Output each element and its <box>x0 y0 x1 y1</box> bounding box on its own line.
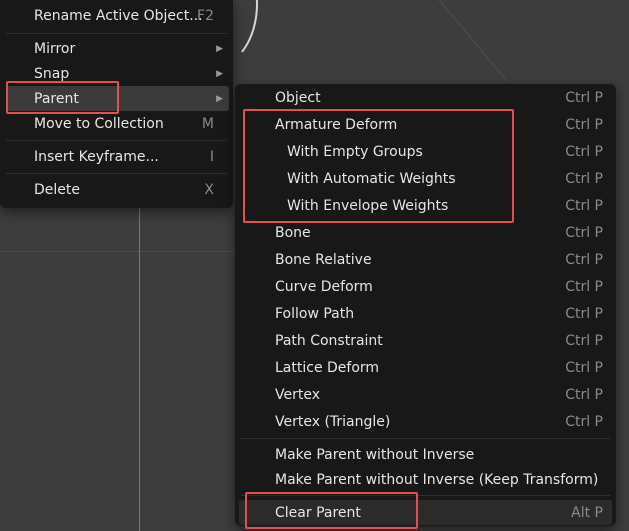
menu-separator <box>6 140 227 141</box>
menu-item-label: Path Constraint <box>275 332 383 349</box>
menu-item-make-parent-without-inverse[interactable]: Make Parent without Inverse <box>235 442 616 467</box>
menu-item-label: Insert Keyframe... <box>34 148 159 165</box>
shortcut-label: Ctrl P <box>565 224 603 241</box>
shortcut-label: Ctrl P <box>565 89 603 106</box>
menu-item-label: Follow Path <box>275 305 355 322</box>
submenu-arrow-icon: ▶ <box>216 68 223 79</box>
shortcut-label: Ctrl P <box>565 170 603 187</box>
menu-item-clear-parent[interactable]: Clear Parent Alt P <box>239 500 612 525</box>
menu-item-label: Lattice Deform <box>275 359 380 376</box>
menu-item-bone-relative[interactable]: Bone Relative Ctrl P <box>235 247 616 272</box>
menu-item-vertex[interactable]: Vertex Ctrl P <box>235 382 616 407</box>
shortcut-label: Ctrl P <box>565 386 603 403</box>
shortcut-label: Ctrl P <box>565 359 603 376</box>
shortcut-label: Alt P <box>571 504 603 521</box>
menu-item-label: Armature Deform <box>275 116 398 133</box>
menu-item-label: Curve Deform <box>275 278 373 295</box>
y-axis-line <box>139 205 140 531</box>
shortcut-label: Ctrl P <box>565 332 603 349</box>
shortcut-label: X <box>204 181 214 198</box>
menu-item-rename[interactable]: Rename Active Object... F2 <box>0 3 233 28</box>
menu-item-label: Parent <box>34 90 79 107</box>
menu-item-label: Bone <box>275 224 311 241</box>
shortcut-label: I <box>209 148 214 165</box>
shortcut-label: Ctrl P <box>565 278 603 295</box>
menu-item-lattice-deform[interactable]: Lattice Deform Ctrl P <box>235 355 616 380</box>
menu-item-move-to-collection[interactable]: Move to Collection M <box>0 111 233 136</box>
menu-item-with-automatic-weights[interactable]: With Automatic Weights Ctrl P <box>235 166 616 191</box>
menu-item-path-constraint[interactable]: Path Constraint Ctrl P <box>235 328 616 353</box>
menu-item-curve-deform[interactable]: Curve Deform Ctrl P <box>235 274 616 299</box>
shortcut-label: Ctrl P <box>565 305 603 322</box>
shortcut-label: Ctrl P <box>565 413 603 430</box>
submenu-arrow-icon: ▶ <box>216 93 223 104</box>
submenu-arrow-icon: ▶ <box>216 43 223 54</box>
menu-item-follow-path[interactable]: Follow Path Ctrl P <box>235 301 616 326</box>
shortcut-label: Ctrl P <box>565 143 603 160</box>
menu-item-with-envelope-weights[interactable]: With Envelope Weights Ctrl P <box>235 193 616 218</box>
menu-item-vertex-triangle[interactable]: Vertex (Triangle) Ctrl P <box>235 409 616 434</box>
menu-separator <box>6 173 227 174</box>
menu-item-parent[interactable]: Parent ▶ <box>6 86 229 111</box>
menu-item-label: Bone Relative <box>275 251 372 268</box>
menu-item-make-parent-without-inverse-keep-transform[interactable]: Make Parent without Inverse (Keep Transf… <box>235 467 616 492</box>
shortcut-label: Ctrl P <box>565 251 603 268</box>
menu-item-label: Object <box>275 89 321 106</box>
menu-item-label: Mirror <box>34 40 76 57</box>
grid-line <box>0 251 240 252</box>
menu-item-label: With Empty Groups <box>287 143 423 160</box>
menu-item-delete[interactable]: Delete X <box>0 177 233 202</box>
menu-item-label: Vertex <box>275 386 321 403</box>
menu-separator <box>6 33 227 34</box>
shortcut-label: Ctrl P <box>565 197 603 214</box>
menu-item-label: Snap <box>34 65 70 82</box>
menu-item-insert-keyframe[interactable]: Insert Keyframe... I <box>0 144 233 169</box>
menu-item-label: With Envelope Weights <box>287 197 449 214</box>
menu-item-label: Vertex (Triangle) <box>275 413 391 430</box>
menu-item-label: Clear Parent <box>275 504 361 521</box>
menu-item-label: Move to Collection <box>34 115 164 132</box>
menu-item-armature-deform[interactable]: Armature Deform Ctrl P <box>235 112 616 137</box>
menu-item-mirror[interactable]: Mirror ▶ <box>0 36 233 61</box>
parent-submenu: Object Ctrl P Armature Deform Ctrl P Wit… <box>235 84 616 526</box>
shortcut-label: M <box>201 115 214 132</box>
shortcut-label: Ctrl P <box>565 116 603 133</box>
menu-item-with-empty-groups[interactable]: With Empty Groups Ctrl P <box>235 139 616 164</box>
menu-item-object[interactable]: Object Ctrl P <box>235 85 616 110</box>
menu-item-label: With Automatic Weights <box>287 170 456 187</box>
menu-item-bone[interactable]: Bone Ctrl P <box>235 220 616 245</box>
object-context-menu: Rename Active Object... F2 Mirror ▶ Snap… <box>0 0 233 208</box>
shortcut-label: F2 <box>197 7 214 24</box>
menu-separator <box>241 495 610 496</box>
grid-line-diagonal <box>430 0 508 82</box>
menu-item-label: Make Parent without Inverse (Keep Transf… <box>275 471 599 488</box>
menu-separator <box>241 438 610 439</box>
menu-item-snap[interactable]: Snap ▶ <box>0 61 233 86</box>
menu-item-label: Rename Active Object... <box>34 7 203 24</box>
menu-item-label: Delete <box>34 181 80 198</box>
menu-item-label: Make Parent without Inverse <box>275 446 475 463</box>
